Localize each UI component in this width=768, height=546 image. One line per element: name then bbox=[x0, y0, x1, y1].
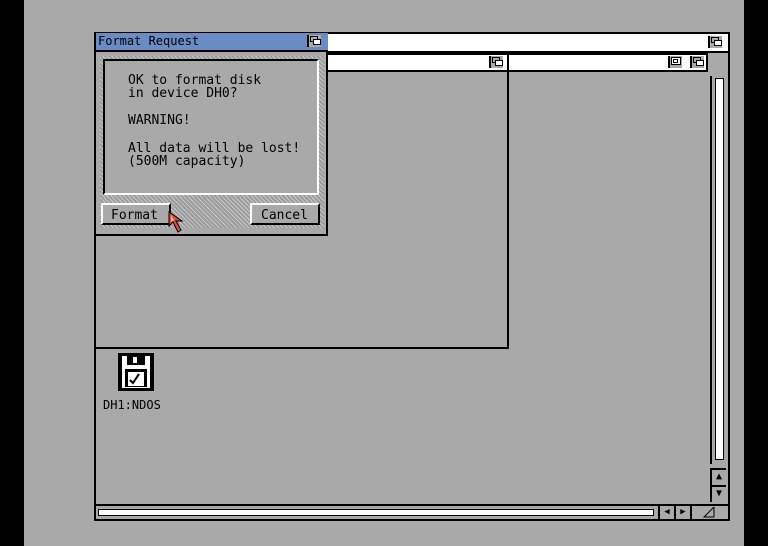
zoom-gadget[interactable] bbox=[668, 56, 682, 68]
vertical-scrollbar[interactable] bbox=[710, 76, 726, 464]
scroll-left-button[interactable]: ◀ bbox=[658, 504, 674, 519]
second-window-depth-gadget-right[interactable] bbox=[690, 56, 704, 68]
mouse-pointer-icon bbox=[168, 211, 184, 233]
disk-icon[interactable] bbox=[116, 352, 156, 392]
message-line-2: in device DH0? bbox=[128, 86, 238, 101]
format-button[interactable]: Format bbox=[101, 203, 171, 225]
requester-title: Format Request bbox=[98, 34, 200, 48]
message-frame: OK to format disk in device DH0? WARNING… bbox=[100, 56, 324, 198]
scroll-right-button[interactable]: ▶ bbox=[674, 504, 690, 519]
scroll-up-button[interactable]: ▲ bbox=[710, 468, 726, 485]
drive-window-depth-gadget[interactable] bbox=[708, 36, 722, 48]
up-arrow-icon: ▲ bbox=[715, 471, 723, 482]
right-arrow-icon: ▶ bbox=[680, 507, 686, 517]
workbench-screen: ▲ ▼ ◀ ▶ Format Request OK to format disk… bbox=[24, 0, 744, 546]
left-arrow-icon: ◀ bbox=[664, 507, 670, 517]
disk-icon-label[interactable]: DH1:NDOS bbox=[103, 399, 161, 412]
requester-titlebar[interactable]: Format Request bbox=[96, 33, 328, 52]
message-panel: OK to format disk in device DH0? WARNING… bbox=[103, 59, 319, 195]
requester-depth-gadget[interactable] bbox=[307, 35, 321, 47]
vertical-scroll-knob[interactable] bbox=[715, 78, 724, 460]
message-line-5: (500M capacity) bbox=[128, 154, 246, 169]
size-gadget[interactable] bbox=[690, 504, 728, 519]
down-arrow-icon: ▼ bbox=[715, 488, 723, 499]
format-requester: Format Request OK to format disk in devi… bbox=[94, 33, 328, 236]
resize-icon bbox=[702, 506, 715, 518]
horizontal-scrollbar[interactable] bbox=[96, 504, 658, 519]
scroll-down-button[interactable]: ▼ bbox=[710, 485, 726, 502]
warning-text: WARNING! bbox=[128, 113, 191, 128]
cancel-button[interactable]: Cancel bbox=[250, 203, 320, 225]
floppy-disk-icon bbox=[118, 353, 154, 391]
horizontal-scroll-knob[interactable] bbox=[98, 509, 654, 516]
